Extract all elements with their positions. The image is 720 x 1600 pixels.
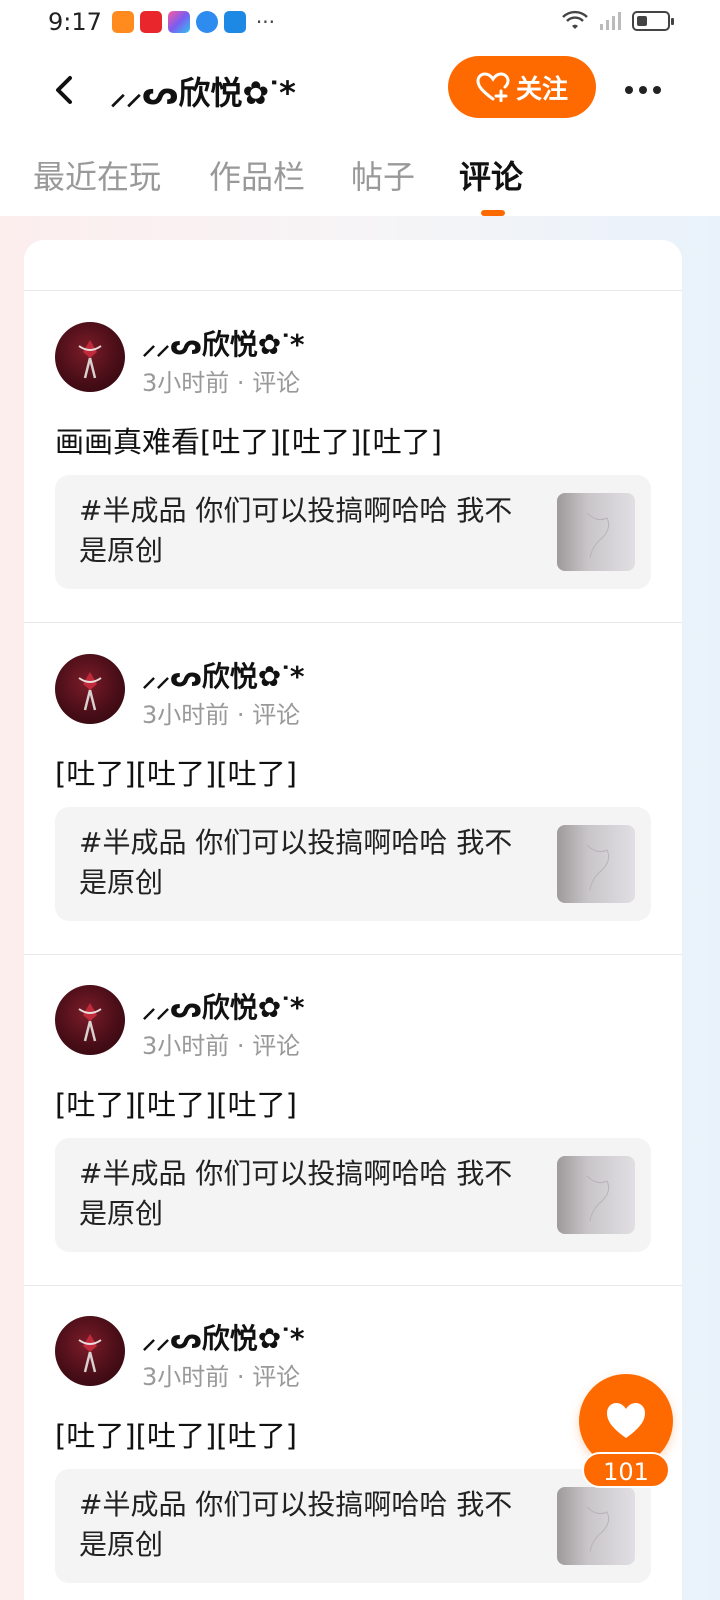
avatar[interactable] [55, 985, 125, 1055]
wifi-icon [562, 10, 588, 29]
comment-text: [吐了][吐了][吐了] [55, 757, 297, 791]
comment-username[interactable]: ⸝⸝ᔕ欣悦✿ᐝ* [142, 1317, 305, 1357]
comment-meta: 3小时前 · 评论 [142, 363, 300, 398]
profile-name: ⸝⸝ᔕ欣悦✿ᐝ* [110, 74, 296, 112]
more-dot-icon [653, 86, 661, 94]
quoted-post-thumbnail [557, 1487, 635, 1565]
heart-icon [607, 1403, 645, 1438]
comment-item[interactable]: ⸝⸝ᔕ欣悦✿ᐝ* 3小时前 · 评论 [吐了][吐了][吐了] #半成品 你们可… [24, 623, 682, 955]
follow-button[interactable]: 关注 [448, 56, 596, 118]
comment-username[interactable]: ⸝⸝ᔕ欣悦✿ᐝ* [142, 655, 305, 695]
comments-card: ⸝⸝ᔕ欣悦✿ᐝ* 3小时前 · 评论 画画真难看[吐了][吐了][吐了] #半成… [24, 240, 682, 1600]
status-bar: 9:17 ··· [0, 0, 720, 44]
shopping-app-icon [139, 11, 162, 33]
comment-time: 3小时前 [142, 369, 230, 397]
video-app-icon [111, 11, 134, 33]
comment-type: 评论 [252, 1363, 301, 1391]
battery-icon [632, 11, 674, 31]
comment-time: 3小时前 [142, 1363, 230, 1391]
comment-text: [吐了][吐了][吐了] [55, 1419, 297, 1453]
quoted-post-thumbnail [557, 493, 635, 571]
more-dot-icon [639, 86, 647, 94]
weather-app-icon [223, 11, 246, 33]
comment-time: 3小时前 [142, 701, 230, 729]
avatar-image [78, 672, 102, 711]
avatar[interactable] [55, 654, 125, 724]
like-count: 101 [582, 1452, 670, 1488]
meta-separator: · [236, 701, 253, 729]
avatar[interactable] [55, 322, 125, 392]
tab-comments[interactable]: 评论 [459, 152, 523, 198]
meta-separator: · [236, 1363, 253, 1391]
store-app-icon [167, 11, 190, 33]
avatar[interactable] [55, 1316, 125, 1386]
comment-type: 评论 [252, 1032, 301, 1060]
profile-tabs: 最近在玩 作品栏 帖子 评论 [0, 140, 720, 216]
comment-type: 评论 [252, 701, 301, 729]
signal-icon [600, 12, 621, 30]
comment-time: 3小时前 [142, 1032, 230, 1060]
avatar-image [78, 1003, 102, 1042]
meta-separator: · [236, 369, 253, 397]
quoted-post-text: #半成品 你们可以投搞啊哈哈 我不是原创 [79, 1488, 513, 1561]
comment-item[interactable]: ⸝⸝ᔕ欣悦✿ᐝ* 3小时前 · 评论 画画真难看[吐了][吐了][吐了] #半成… [24, 291, 682, 623]
quoted-post-thumbnail [557, 825, 635, 903]
comment-text: [吐了][吐了][吐了] [55, 1088, 297, 1122]
comment-meta: 3小时前 · 评论 [142, 695, 300, 730]
tab-works[interactable]: 作品栏 [209, 152, 305, 198]
more-dot-icon [625, 86, 633, 94]
quoted-post[interactable]: #半成品 你们可以投搞啊哈哈 我不是原创 [55, 1138, 651, 1252]
avatar-image [78, 340, 102, 379]
quoted-post-text: #半成品 你们可以投搞啊哈哈 我不是原创 [79, 826, 513, 899]
meta-separator: · [236, 1032, 253, 1060]
comment-item[interactable]: ⸝⸝ᔕ欣悦✿ᐝ* 3小时前 · 评论 [吐了][吐了][吐了] #半成品 你们可… [24, 954, 682, 1286]
follow-label: 关注 [515, 74, 568, 105]
quoted-post-text: #半成品 你们可以投搞啊哈哈 我不是原创 [79, 1157, 513, 1230]
back-button[interactable] [48, 70, 84, 110]
status-app-icons: ··· [111, 10, 275, 34]
comment-meta: 3小时前 · 评论 [142, 1026, 300, 1061]
comment-username[interactable]: ⸝⸝ᔕ欣悦✿ᐝ* [142, 986, 305, 1026]
quoted-post-text: #半成品 你们可以投搞啊哈哈 我不是原创 [79, 494, 513, 567]
status-more-indicator: ··· [255, 10, 275, 34]
more-options-button[interactable] [620, 70, 666, 110]
comment-type: 评论 [252, 369, 301, 397]
heart-plus-icon [476, 72, 510, 102]
quoted-post[interactable]: #半成品 你们可以投搞啊哈哈 我不是原创 [55, 1469, 651, 1583]
status-indicators [562, 10, 674, 32]
browser-app-icon [195, 11, 218, 33]
quoted-post-thumbnail [557, 1156, 635, 1234]
avatar-image [78, 1334, 102, 1373]
tab-recently-played[interactable]: 最近在玩 [33, 152, 161, 198]
status-time: 9:17 [48, 8, 102, 36]
comment-meta: 3小时前 · 评论 [142, 1357, 300, 1392]
chevron-left-icon [56, 76, 72, 104]
profile-header: ⸝⸝ᔕ欣悦✿ᐝ* 关注 [0, 48, 720, 132]
comment-text: 画画真难看[吐了][吐了][吐了] [55, 425, 442, 459]
quoted-post[interactable]: #半成品 你们可以投搞啊哈哈 我不是原创 [55, 807, 651, 921]
tab-posts[interactable]: 帖子 [351, 152, 415, 198]
comment-username[interactable]: ⸝⸝ᔕ欣悦✿ᐝ* [142, 323, 305, 363]
quoted-post[interactable]: #半成品 你们可以投搞啊哈哈 我不是原创 [55, 475, 651, 589]
